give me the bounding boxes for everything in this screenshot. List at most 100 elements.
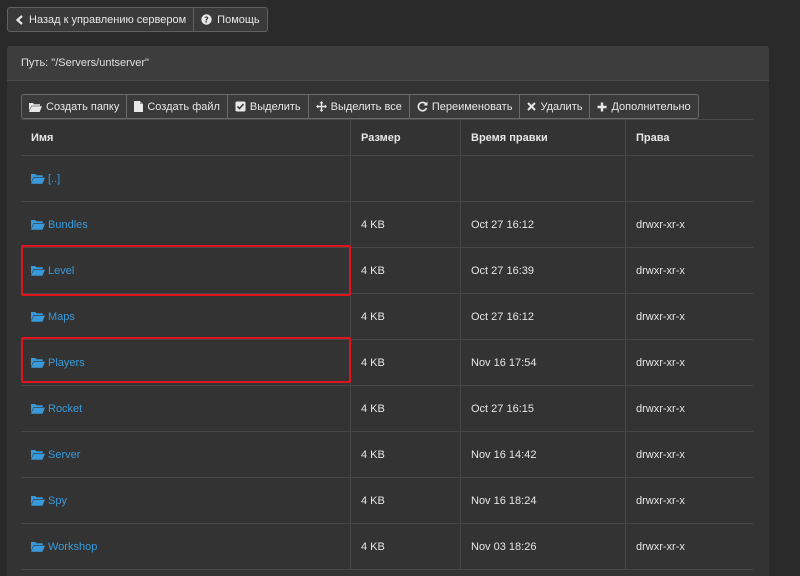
folder-link[interactable]: [..] (31, 173, 60, 185)
folder-open-icon (31, 219, 45, 230)
table-row[interactable]: Rocket 4 KB Oct 27 16:15 drwxr-xr-x (21, 386, 753, 432)
select-all-label: Выделить все (330, 100, 402, 113)
folder-link[interactable]: Workshop (31, 541, 97, 553)
cell-perms: drwxr-xr-x (636, 540, 685, 553)
create-folder-button[interactable]: Создать папку (21, 94, 128, 119)
question-circle-icon: ? (201, 14, 212, 25)
current-path: Путь: "/Servers/untserver" (21, 57, 149, 69)
cell-perms: drwxr-xr-x (636, 218, 685, 231)
folder-open-icon (31, 449, 45, 460)
plus-icon (597, 102, 607, 112)
folder-open-icon (31, 173, 45, 184)
table-row[interactable]: Server 4 KB Nov 16 14:42 drwxr-xr-x (21, 432, 753, 478)
cell-size (351, 156, 461, 201)
folder-name: Maps (48, 310, 75, 323)
folder-open-icon (31, 403, 45, 414)
folder-open-icon (31, 311, 45, 322)
file-manager-panel: Путь: "/Servers/untserver" Создать папку… (7, 46, 769, 576)
folder-link[interactable]: Maps (31, 311, 75, 323)
header-perms[interactable]: Права (626, 120, 753, 155)
cell-size: 4 KB (351, 294, 461, 339)
table-row[interactable]: [..] (21, 156, 753, 202)
cell-size: 4 KB (351, 432, 461, 477)
folder-open-icon (29, 102, 42, 112)
cell-perms: drwxr-xr-x (636, 310, 685, 323)
cell-modified: Nov 16 18:24 (461, 478, 626, 523)
folder-name: [..] (48, 172, 61, 185)
highlight-box-players (21, 337, 351, 383)
folder-name: Workshop (48, 540, 98, 553)
cell-modified: Oct 27 16:12 (461, 294, 626, 339)
create-file-label: Создать файл (147, 100, 220, 113)
cell-size: 4 KB (351, 386, 461, 431)
cell-modified: Nov 16 17:54 (461, 340, 626, 385)
header-name[interactable]: Имя (21, 120, 351, 155)
cell-perms: drwxr-xr-x (636, 264, 685, 277)
table-header: Имя Размер Время правки Права (21, 120, 753, 156)
cell-modified: Oct 27 16:39 (461, 248, 626, 293)
select-label: Выделить (249, 100, 301, 113)
cell-size: 4 KB (351, 202, 461, 247)
folder-name: Server (48, 448, 81, 461)
cell-modified: Nov 16 14:42 (461, 432, 626, 477)
page-scroll-strip (769, 0, 800, 568)
folder-open-icon (31, 495, 45, 506)
cell-size: 4 KB (351, 478, 461, 523)
cell-modified: Oct 27 16:15 (461, 386, 626, 431)
svg-text:?: ? (204, 15, 209, 24)
rename-label: Переименовать (431, 100, 513, 113)
chevron-left-icon (15, 14, 24, 25)
create-file-button[interactable]: Создать файл (126, 94, 228, 119)
table-row[interactable]: Maps 4 KB Oct 27 16:12 drwxr-xr-x (21, 294, 753, 340)
folder-link[interactable]: Spy (31, 495, 67, 507)
more-button[interactable]: Дополнительно (589, 94, 699, 119)
cell-name: Rocket (21, 386, 351, 431)
highlight-box-level (21, 245, 351, 296)
cell-name: Server (21, 432, 351, 477)
folder-link[interactable]: Bundles (31, 219, 88, 231)
back-to-server-button[interactable]: Назад к управлению сервером (7, 7, 195, 32)
cell-perms: drwxr-xr-x (636, 494, 685, 507)
header-size[interactable]: Размер (351, 120, 461, 155)
cell-name: Spy (21, 478, 351, 523)
top-button-group: Назад к управлению сервером ? Помощь (7, 7, 268, 32)
cell-modified (461, 156, 626, 201)
select-all-button[interactable]: Выделить все (307, 94, 410, 119)
rename-button[interactable]: Переименовать (408, 94, 521, 119)
folder-link[interactable]: Rocket (31, 403, 82, 415)
cell-perms: drwxr-xr-x (636, 402, 685, 415)
cell-perms: drwxr-xr-x (636, 448, 685, 461)
folder-name: Rocket (48, 402, 83, 415)
cell-modified: Oct 27 16:12 (461, 202, 626, 247)
folder-name: Spy (48, 494, 67, 507)
cell-name: [..] (21, 156, 351, 201)
delete-label: Удалить (540, 100, 583, 113)
cell-name: Workshop (21, 524, 351, 569)
cell-size: 4 KB (351, 248, 461, 293)
move-icon (315, 101, 327, 112)
help-button[interactable]: ? Помощь (194, 7, 268, 32)
folder-name: Bundles (48, 218, 88, 231)
cell-name: Maps (21, 294, 351, 339)
folder-link[interactable]: Server (31, 449, 80, 461)
more-label: Дополнительно (611, 100, 691, 113)
cell-size: 4 KB (351, 524, 461, 569)
table-row[interactable]: Bundles 4 KB Oct 27 16:12 drwxr-xr-x (21, 202, 753, 248)
check-square-icon (235, 101, 246, 112)
path-header: Путь: "/Servers/untserver" (7, 46, 769, 81)
select-button[interactable]: Выделить (226, 94, 309, 119)
cell-perms: drwxr-xr-x (636, 356, 685, 369)
cell-name: Bundles (21, 202, 351, 247)
refresh-icon (417, 101, 428, 112)
table-row[interactable]: Spy 4 KB Nov 16 18:24 drwxr-xr-x (21, 478, 753, 524)
back-to-server-label: Назад к управлению сервером (29, 13, 187, 26)
delete-button[interactable]: Удалить (519, 94, 591, 119)
cell-size: 4 KB (351, 340, 461, 385)
header-modified[interactable]: Время правки (461, 120, 626, 155)
create-folder-label: Создать папку (46, 100, 120, 113)
cell-perms (626, 156, 753, 201)
help-label: Помощь (217, 13, 260, 26)
table-row[interactable]: Workshop 4 KB Nov 03 18:26 drwxr-xr-x (21, 524, 753, 570)
folder-open-icon (31, 541, 45, 552)
close-icon (527, 102, 537, 111)
